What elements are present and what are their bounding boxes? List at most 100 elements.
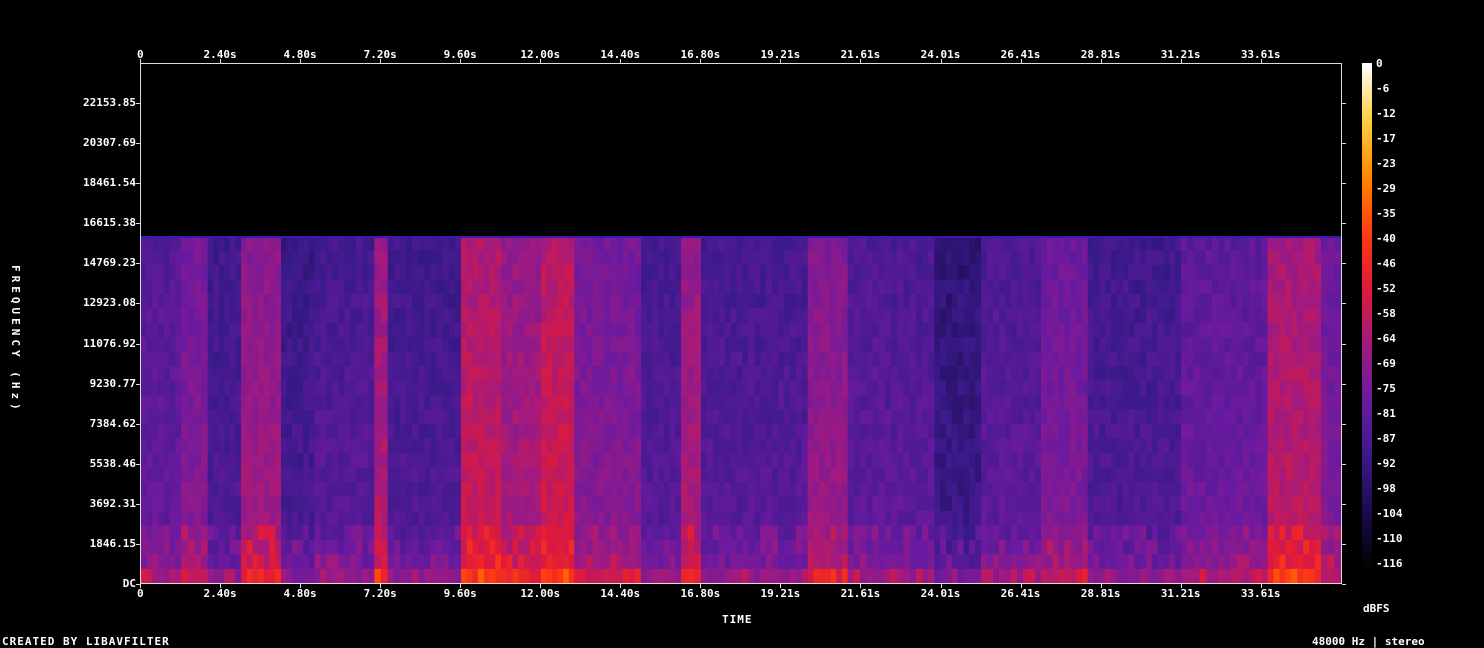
spectrogram-cell [478, 452, 485, 468]
spectrogram-cell [535, 452, 542, 468]
spectrogram-cell [778, 554, 785, 570]
spectrogram-cell [175, 250, 182, 266]
spectrogram-cell [393, 510, 401, 526]
spectrogram-cell [472, 365, 479, 381]
spectrogram-cell [646, 539, 654, 555]
spectrogram-cell [801, 467, 809, 483]
spectrogram-cell [141, 250, 148, 266]
spectrogram-cell [1273, 452, 1281, 468]
spectrogram-cell [1297, 365, 1304, 381]
spectrogram-cell [1093, 250, 1100, 266]
spectrogram-cell [963, 380, 970, 396]
spectrogram-cell [975, 510, 982, 526]
spectrogram-cell [724, 467, 732, 483]
spectrogram-cell [658, 365, 665, 381]
spectrogram-cell [860, 409, 867, 425]
spectrogram-cell [374, 308, 382, 324]
spectrogram-cell [424, 279, 432, 295]
spectrogram-cell [760, 380, 767, 396]
spectrogram-cell [652, 235, 659, 251]
spectrogram-cell [641, 452, 648, 468]
spectrogram-cell [1218, 554, 1225, 570]
spectrogram-cell [975, 365, 982, 381]
spectrogram-cell [580, 308, 588, 324]
spectrogram-cell [1029, 554, 1036, 570]
spectrogram-cell [181, 235, 189, 251]
spectrogram-cell [736, 568, 744, 583]
spectrogram-cell [1181, 365, 1188, 381]
spectrogram-cell [1146, 336, 1153, 353]
spectrogram-cell [778, 467, 785, 483]
spectrogram-cell [795, 510, 803, 526]
spectrogram-cell [783, 264, 791, 280]
spectrogram-cell [951, 481, 959, 497]
spectrogram-cell [1211, 423, 1219, 439]
spectrogram-cell [795, 481, 803, 497]
spectrogram-cell [897, 539, 904, 555]
spectrogram-cell [362, 250, 369, 266]
spectrogram-cell [946, 539, 953, 555]
spectrogram-cell [412, 351, 419, 367]
spectrogram-cell [406, 568, 413, 583]
spectrogram-cell [1273, 568, 1281, 583]
spectrogram-cell [1070, 409, 1077, 425]
spectrogram-cell [163, 409, 171, 425]
spectrogram-cell [1321, 481, 1329, 497]
spectrogram-cell [381, 279, 389, 295]
spectrogram-cell [563, 279, 570, 295]
spectrogram-cell [687, 394, 695, 410]
spectrogram-cell [246, 293, 254, 309]
spectrogram-cell [975, 438, 982, 454]
spectrogram-cell [466, 250, 474, 266]
spectrogram-cell [169, 452, 176, 468]
spectrogram-cell [1249, 235, 1256, 251]
spectrogram-cell [1169, 452, 1176, 468]
spectrogram-cell [483, 438, 491, 454]
spectrogram-cell [981, 554, 988, 570]
spectrogram-cell [957, 467, 965, 483]
spectrogram-cell [1146, 394, 1153, 410]
y-tick-mark [136, 183, 140, 185]
spectrogram-cell [374, 539, 382, 555]
colorbar-unit-label: dBFS [1363, 602, 1390, 615]
spectrogram-cell [489, 438, 496, 454]
spectrogram-cell [969, 293, 976, 309]
spectrogram-cell [326, 510, 333, 526]
spectrogram-cell [269, 322, 276, 338]
spectrogram-cell [406, 308, 413, 324]
x-tick-label-bottom: 7.20s [363, 587, 397, 600]
spectrogram-cell [841, 438, 849, 454]
spectrogram-cell [748, 452, 755, 468]
colorbar-tick-label: -58 [1376, 307, 1396, 320]
spectrogram-cell [789, 481, 797, 497]
spectrogram-cell [1327, 293, 1335, 309]
spectrogram-cell [1205, 525, 1213, 541]
spectrogram-cell [795, 525, 803, 541]
spectrogram-cell [146, 409, 154, 425]
spectrogram-cell [568, 380, 575, 396]
spectrogram-cell [884, 496, 892, 512]
spectrogram-cell [866, 235, 874, 251]
spectrogram-cell [169, 365, 176, 381]
spectrogram-cell [718, 539, 726, 555]
spectrogram-cell [229, 568, 237, 583]
spectrogram-cell [1291, 336, 1298, 353]
spectrogram-cell [801, 308, 809, 324]
spectrogram-cell [1157, 496, 1165, 512]
spectrogram-cell [1070, 568, 1077, 583]
spectrogram-cell [1193, 336, 1201, 353]
spectrogram-cell [158, 264, 165, 280]
spectrogram-cell [841, 496, 849, 512]
spectrogram-cell [286, 496, 293, 512]
spectrogram-cell [326, 496, 333, 512]
spectrogram-cell [819, 235, 826, 251]
spectrogram-cell [399, 365, 407, 381]
spectrogram-cell [194, 264, 202, 280]
spectrogram-cell [252, 438, 259, 454]
spectrogram-cell [872, 467, 880, 483]
spectrogram-cell [1163, 351, 1170, 367]
spectrogram-cell [957, 481, 965, 497]
spectrogram-cell [235, 322, 242, 338]
spectrogram-cell [801, 279, 809, 295]
spectrogram-cell [1199, 438, 1207, 454]
